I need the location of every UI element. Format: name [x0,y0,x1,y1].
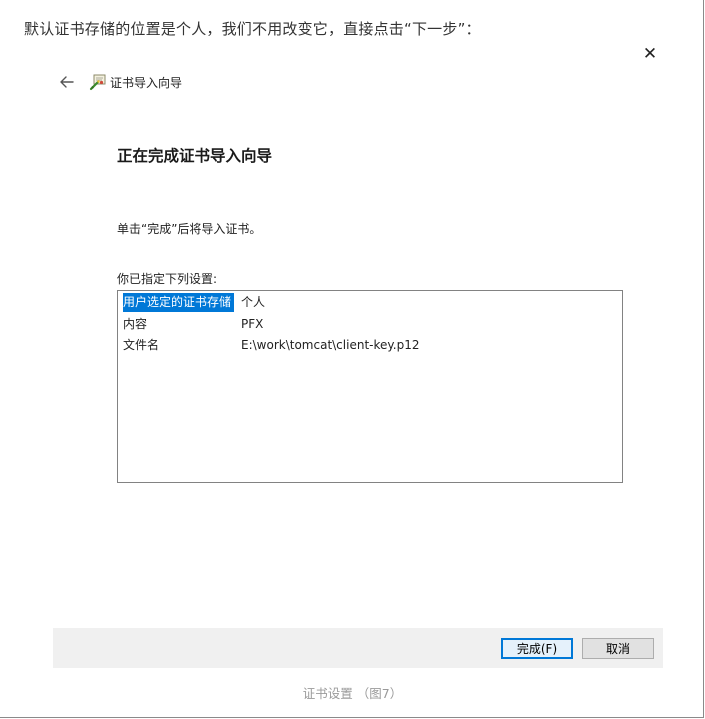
page-heading: 正在完成证书导入向导 [117,147,273,165]
settings-label: 你已指定下列设置: [117,272,218,286]
settings-list[interactable]: 用户选定的证书存储 个人 内容 PFX 文件名 E:\work\tomcat\c… [117,290,623,483]
settings-key: 用户选定的证书存储 [123,293,234,312]
settings-key: 内容 [123,317,148,331]
close-button[interactable]: ✕ [640,44,660,64]
instruction-text: 单击“完成”后将导入证书。 [117,222,262,236]
intro-text: 默认证书存储的位置是个人，我们不用改变它，直接点击“下一步”： [24,20,481,38]
back-button[interactable] [57,72,77,92]
settings-value: PFX [241,317,264,331]
figure-caption: 证书设置 （图7） [302,686,403,701]
settings-row-filename[interactable]: 文件名 E:\work\tomcat\client-key.p12 [123,336,419,355]
close-icon: ✕ [642,44,658,64]
settings-value: 个人 [241,295,266,309]
cancel-button[interactable]: 取消 [582,638,654,659]
certificate-wizard-icon [89,74,106,91]
settings-value: E:\work\tomcat\client-key.p12 [241,338,420,352]
settings-row-content[interactable]: 内容 PFX [123,315,263,334]
back-arrow-icon [60,76,74,88]
settings-row-store[interactable]: 用户选定的证书存储 个人 [123,293,265,312]
settings-key: 文件名 [123,338,160,352]
finish-button[interactable]: 完成(F) [501,638,573,659]
wizard-title: 证书导入向导 [110,76,183,90]
page-frame: 默认证书存储的位置是个人，我们不用改变它，直接点击“下一步”： ✕ 证书导入向导… [0,0,704,718]
